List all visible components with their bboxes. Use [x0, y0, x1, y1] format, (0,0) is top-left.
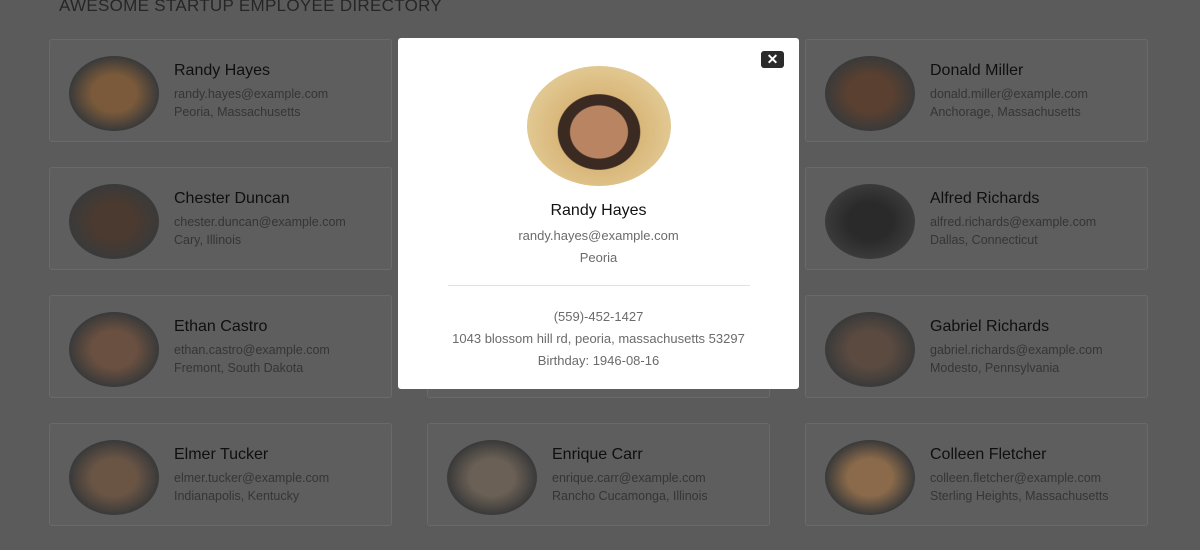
modal-address: 1043 blossom hill rd, peoria, massachuse…	[452, 331, 745, 346]
divider	[448, 285, 750, 286]
modal-email: randy.hayes@example.com	[518, 228, 679, 243]
employee-modal: ✕ Randy Hayes randy.hayes@example.com Pe…	[398, 38, 799, 389]
modal-phone: (559)-452-1427	[553, 309, 644, 324]
close-button[interactable]: ✕	[761, 51, 784, 68]
modal-avatar	[527, 66, 671, 186]
modal-city: Peoria	[579, 250, 618, 265]
modal-birthday: Birthday: 1946-08-16	[537, 353, 660, 368]
modal-name: Randy Hayes	[550, 202, 647, 219]
